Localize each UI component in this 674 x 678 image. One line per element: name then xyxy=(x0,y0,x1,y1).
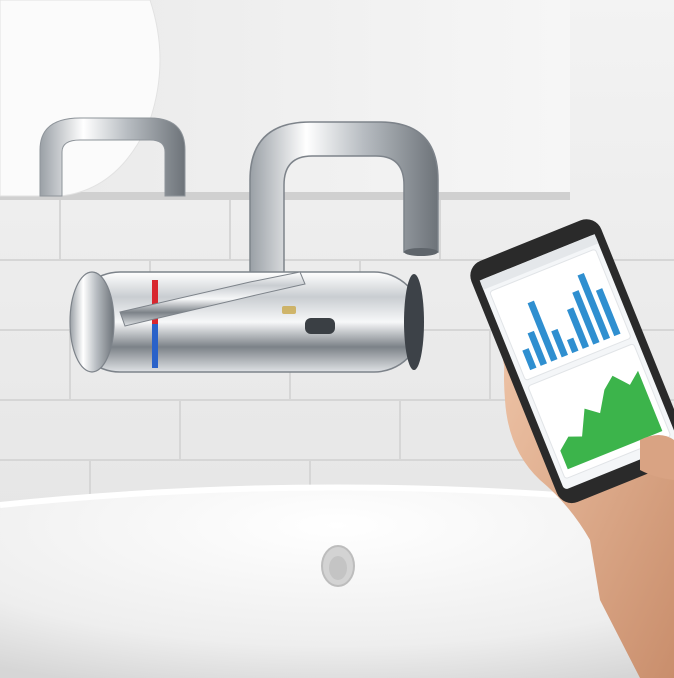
sensor-icon xyxy=(305,318,335,334)
product-photo xyxy=(0,0,674,678)
faucet-end-cap xyxy=(69,271,115,373)
cold-ring xyxy=(152,324,158,368)
spout-outlet xyxy=(404,248,438,256)
scene-svg xyxy=(0,0,674,678)
mirror-edge xyxy=(0,192,570,200)
logo-mark xyxy=(282,306,296,314)
drain-hole xyxy=(329,556,347,580)
faucet-right-cap xyxy=(404,274,424,370)
